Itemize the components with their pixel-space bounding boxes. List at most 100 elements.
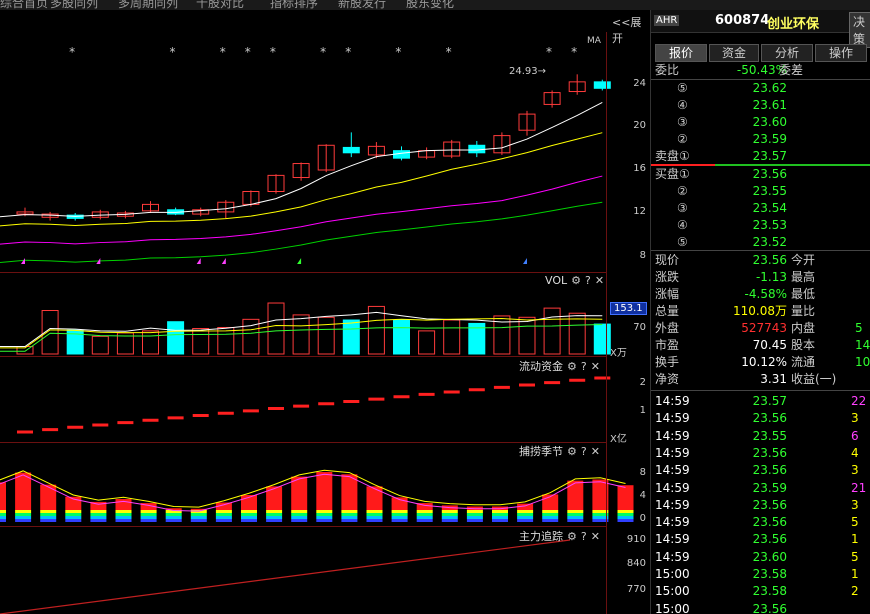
volume-bar (267, 302, 285, 355)
close-icon[interactable]: ✕ (591, 360, 600, 373)
kline-chart-area[interactable]: * * * * * * * * * * * <<展开 MA 24.93→ 24 20 16 12 8… (0, 10, 650, 614)
weibi-row: 委比 -50.43% 委差 (655, 63, 804, 77)
volume-bar (443, 319, 461, 355)
gear-icon[interactable]: ⚙ (567, 445, 577, 458)
signal-star: * (220, 45, 226, 59)
sell-order-row[interactable]: ⑤ 23.62 (651, 80, 870, 97)
tick-row[interactable]: 14:59 23.56 3 (651, 497, 870, 514)
help-icon[interactable]: ? (581, 360, 587, 373)
season-band (441, 519, 458, 522)
season-band (341, 516, 358, 519)
season-bar (40, 484, 57, 510)
season-bar (115, 499, 132, 510)
season-band (266, 516, 283, 519)
help-icon[interactable]: ? (581, 530, 587, 543)
tick-row[interactable]: 14:59 23.56 3 (651, 410, 870, 427)
tick-row[interactable]: 15:00 23.56 (651, 601, 870, 614)
season-band (140, 519, 157, 522)
season-band (542, 516, 559, 519)
season-band (165, 519, 182, 522)
season-band (40, 519, 57, 522)
season-band (90, 516, 107, 519)
help-icon[interactable]: ? (581, 445, 587, 458)
season-panel-title: 捕捞季节 ⚙? ✕ (519, 445, 600, 458)
tab-funds[interactable]: 资金 (709, 44, 759, 62)
buy-order-row[interactable]: ⑤ 23.52 (651, 234, 870, 251)
season-band (65, 519, 82, 522)
season-band (466, 519, 483, 522)
season-band (517, 513, 534, 516)
buy-order-row[interactable]: ④ 23.53 (651, 217, 870, 234)
season-band (140, 513, 157, 516)
gear-icon[interactable]: ⚙ (567, 530, 577, 543)
tick-row[interactable]: 14:59 23.56 4 (651, 445, 870, 462)
y-tick-label: 770 (626, 584, 646, 595)
season-band (366, 519, 383, 522)
close-icon[interactable]: ✕ (591, 445, 600, 458)
season-band (115, 513, 132, 516)
season-band (15, 510, 32, 513)
stock-header: AHR 600874 创业环保 决策 (651, 10, 870, 48)
stock-code: 600874 (715, 13, 770, 28)
season-band (241, 510, 257, 513)
season-band (492, 516, 508, 519)
buy-order-row[interactable]: 买盘① 23.56 (651, 166, 870, 183)
decision-button[interactable]: 决策 (849, 12, 870, 48)
sell-order-row[interactable]: ④ 23.61 (651, 97, 870, 114)
vol-panel-title: VOL ⚙? ✕ (545, 274, 605, 287)
season-band (341, 513, 358, 516)
season-band (316, 519, 333, 522)
season-band (241, 519, 257, 522)
expand-button[interactable]: <<展开 (612, 14, 650, 46)
volume-bar (418, 330, 436, 355)
buy-order-row[interactable]: ③ 23.54 (651, 200, 870, 217)
season-band (115, 510, 132, 513)
close-icon[interactable]: ✕ (591, 530, 600, 543)
season-band (0, 513, 6, 516)
volume-bar (91, 335, 109, 355)
buy-order-row[interactable]: ② 23.55 (651, 183, 870, 200)
close-icon[interactable]: ✕ (595, 274, 604, 287)
signal-marker (523, 258, 527, 264)
season-band (65, 516, 82, 519)
tick-row[interactable]: 14:59 23.60 5 (651, 549, 870, 566)
season-band (517, 519, 534, 522)
tick-row[interactable]: 14:59 23.59 21 (651, 480, 870, 497)
tick-row[interactable]: 14:59 23.56 1 (651, 531, 870, 548)
tab-analysis[interactable]: 分析 (761, 44, 813, 62)
season-band (190, 519, 207, 522)
tick-row[interactable]: 14:59 23.56 5 (651, 514, 870, 531)
gear-icon[interactable]: ⚙ (567, 360, 577, 373)
gear-icon[interactable]: ⚙ (571, 274, 581, 287)
quote-row: 净资 3.31 收益(一) (655, 372, 837, 386)
season-band (40, 513, 57, 516)
tick-row[interactable]: 15:00 23.58 1 (651, 566, 870, 583)
season-band (15, 519, 32, 522)
season-band (416, 519, 433, 522)
y-tick-label: 840 (626, 558, 646, 569)
sell-order-row[interactable]: ② 23.59 (651, 131, 870, 148)
help-icon[interactable]: ? (585, 274, 591, 287)
season-band (316, 513, 333, 516)
sell-order-row[interactable]: ③ 23.60 (651, 114, 870, 131)
volume-bar (342, 319, 360, 355)
signal-star: * (69, 45, 75, 59)
tab-quote[interactable]: 报价 (655, 44, 707, 62)
sell-order-row[interactable]: 卖盘① 23.57 (651, 148, 870, 165)
season-band (291, 519, 308, 522)
chart-canvas[interactable]: * * * * * * * * * * * (0, 10, 650, 614)
season-band (0, 510, 6, 513)
season-band (517, 510, 534, 513)
season-band (416, 513, 433, 516)
quote-row: 涨幅 -4.58% 最低 (655, 287, 816, 301)
season-band (341, 519, 358, 522)
tab-operation[interactable]: 操作 (815, 44, 867, 62)
signal-star: * (320, 45, 326, 59)
panel-separator (0, 272, 606, 273)
tick-row[interactable]: 14:59 23.55 6 (651, 428, 870, 445)
tick-row[interactable]: 15:00 23.58 2 (651, 583, 870, 600)
signal-marker (196, 258, 201, 264)
tick-row[interactable]: 14:59 23.57 22 (651, 393, 870, 410)
season-band (366, 513, 383, 516)
tick-row[interactable]: 14:59 23.56 3 (651, 462, 870, 479)
